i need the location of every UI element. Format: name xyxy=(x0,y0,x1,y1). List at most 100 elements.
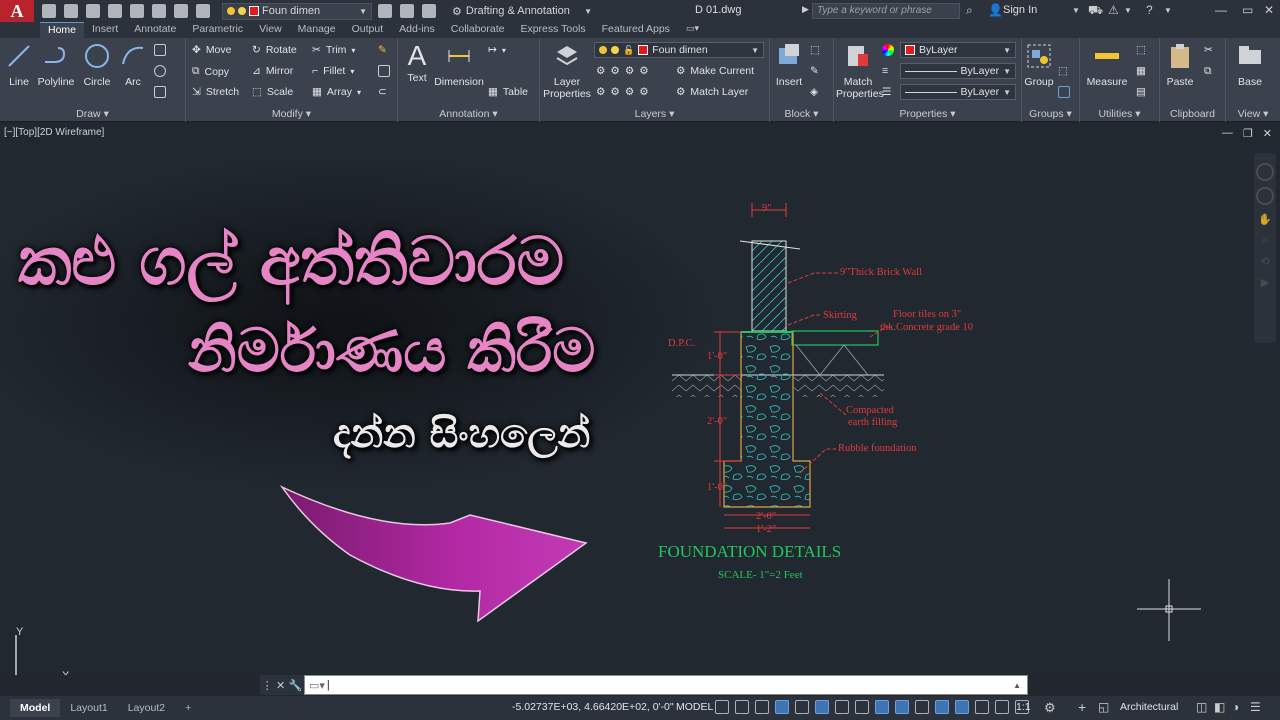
scale-button[interactable]: ⬚ Scale xyxy=(252,86,293,98)
tab-model[interactable]: Model xyxy=(10,699,61,717)
annotation-scale-dropdown[interactable]: 1:1 xyxy=(1016,701,1031,713)
tab-add-ins[interactable]: Add-ins xyxy=(391,22,443,38)
infer-constraints-icon[interactable] xyxy=(755,700,769,714)
workspace-dropdown[interactable]: ⚙ Drafting & Annotation ▼ xyxy=(448,2,596,20)
app-menu-button[interactable]: A xyxy=(0,0,34,22)
lineweight-button[interactable]: ☰ xyxy=(882,86,891,98)
line-button[interactable]: Line xyxy=(4,42,34,88)
paste-button[interactable]: Paste xyxy=(1162,42,1198,88)
tab-layout2[interactable]: Layout2 xyxy=(118,699,175,717)
panel-view-title[interactable]: View ▾ xyxy=(1226,108,1280,120)
panel-utilities-title[interactable]: Utilities ▾ xyxy=(1080,108,1159,120)
dynamic-input-icon[interactable] xyxy=(775,700,789,714)
web-mobile-icon[interactable] xyxy=(130,4,144,18)
new-file-icon[interactable] xyxy=(42,4,56,18)
dimension-button[interactable]: Dimension xyxy=(434,42,484,88)
lineweight-dropdown[interactable]: ByLayer ▼ xyxy=(900,84,1016,100)
open-file-icon[interactable] xyxy=(64,4,78,18)
circle-button[interactable]: Circle xyxy=(80,42,114,88)
save-icon[interactable] xyxy=(86,4,100,18)
mirror-button[interactable]: ⊿ Mirror xyxy=(252,65,293,77)
panel-block-title[interactable]: Block ▾ xyxy=(770,108,833,120)
stretch-button[interactable]: ⇲ Stretch xyxy=(192,86,239,98)
search-expand-icon[interactable]: ▶ xyxy=(802,4,809,15)
linetype-button[interactable]: ≡ xyxy=(882,65,888,77)
object-snap-tracking-icon[interactable] xyxy=(855,700,869,714)
group-edit-button[interactable] xyxy=(1058,86,1070,98)
ortho-icon[interactable] xyxy=(795,700,809,714)
polar-tracking-icon[interactable] xyxy=(815,700,829,714)
isometric-icon[interactable] xyxy=(835,700,849,714)
erase-button[interactable]: ✎ xyxy=(378,44,387,56)
tab-collaborate[interactable]: Collaborate xyxy=(443,22,513,38)
close-icon[interactable]: ✕ xyxy=(1264,3,1274,17)
maximize-icon[interactable]: ▭ xyxy=(1242,3,1253,17)
layer-dropdown[interactable]: 🔓 Foun dimen ▼ xyxy=(594,42,764,58)
tab-express-tools[interactable]: Express Tools xyxy=(512,22,593,38)
selection-filter-icon[interactable] xyxy=(995,700,1009,714)
plot-icon[interactable] xyxy=(152,4,166,18)
undo-icon[interactable] xyxy=(174,4,188,18)
tab-insert[interactable]: Insert xyxy=(84,22,126,38)
tab-annotate[interactable]: Annotate xyxy=(126,22,184,38)
edit-attributes-button[interactable]: ◈ xyxy=(810,86,818,98)
leader-button[interactable]: ↦ ▾ xyxy=(488,44,506,56)
quick-select-button[interactable]: ⬚ xyxy=(1136,44,1146,56)
panel-draw-title[interactable]: Draw ▾ xyxy=(0,108,185,120)
match-layer-button[interactable]: ⚙ Match Layer xyxy=(676,86,748,98)
ungroup-button[interactable]: ⬚ xyxy=(1058,65,1068,77)
binoculars-icon[interactable]: ⌕ xyxy=(966,3,973,18)
copy-clip-button[interactable]: ⧉ xyxy=(1204,65,1212,78)
panel-layers-title[interactable]: Layers ▾ xyxy=(540,108,769,120)
rectangle-button[interactable] xyxy=(154,44,166,56)
chevron-down-icon[interactable]: ▼ xyxy=(1124,6,1132,15)
rotate-button[interactable]: ↻ Rotate xyxy=(252,44,297,56)
color-wheel-button[interactable] xyxy=(882,44,894,56)
model-space-button[interactable]: MODEL xyxy=(676,701,713,713)
snap-icon[interactable] xyxy=(735,700,749,714)
units-dropdown[interactable]: Architectural xyxy=(1120,701,1178,713)
measure-button[interactable]: Measure xyxy=(1084,42,1130,88)
id-point-button[interactable]: ▤ xyxy=(1136,86,1146,98)
chevron-up-icon[interactable]: ▲ xyxy=(1013,681,1021,690)
layer-properties-button[interactable]: Layer Properties xyxy=(542,42,592,100)
customization-icon[interactable]: ☰ xyxy=(1250,700,1261,714)
chevron-down-icon[interactable]: ▼ xyxy=(1164,6,1172,15)
command-input[interactable]: ▭▾ | ▲ xyxy=(304,675,1028,695)
explode-button[interactable] xyxy=(378,65,390,77)
layer-tools-row-2[interactable]: ⚙ ⚙ ⚙ ⚙ xyxy=(596,86,649,98)
match-properties-button[interactable]: Match Properties xyxy=(836,42,884,100)
fillet-button[interactable]: ⌐ Fillet ▾ xyxy=(312,65,354,77)
object-snap-icon[interactable] xyxy=(875,700,889,714)
workspace-gear-icon[interactable]: ⚙ xyxy=(1044,700,1056,716)
arc-button[interactable]: Arc xyxy=(118,42,148,88)
drag-handle-icon[interactable]: ⋮ xyxy=(262,679,273,692)
create-block-button[interactable]: ⬚ xyxy=(810,44,820,56)
ribbon-options-icon[interactable]: ▭▾ xyxy=(678,22,707,38)
table-button[interactable]: ▦ Table xyxy=(488,86,528,98)
add-scale-icon[interactable]: + xyxy=(1078,699,1086,715)
redo-icon[interactable] xyxy=(196,4,210,18)
cart-icon[interactable]: ⛟ xyxy=(1088,3,1103,19)
command-history-icon[interactable]: ▭▾ xyxy=(309,679,325,692)
tab-manage[interactable]: Manage xyxy=(290,22,344,38)
offset-button[interactable]: ⊂ xyxy=(378,86,387,98)
panel-clipboard-title[interactable]: Clipboard xyxy=(1160,108,1225,120)
copy-button[interactable]: ⧉ Copy xyxy=(192,65,229,78)
polyline-button[interactable]: Polyline xyxy=(36,42,76,88)
group-button[interactable]: Group xyxy=(1024,42,1054,88)
transparency-icon[interactable] xyxy=(915,700,929,714)
grid-icon[interactable] xyxy=(715,700,729,714)
add-layout-icon[interactable]: + xyxy=(175,699,201,717)
hatch-button[interactable] xyxy=(154,86,166,98)
minimize-icon[interactable]: — xyxy=(1215,3,1227,17)
isolate-objects-icon[interactable]: ◑ xyxy=(1232,700,1239,714)
tab-parametric[interactable]: Parametric xyxy=(184,22,251,38)
panel-modify-title[interactable]: Modify ▾ xyxy=(186,108,397,120)
move-button[interactable]: ✥ Move xyxy=(192,44,232,56)
lineweight-toggle-icon[interactable] xyxy=(895,700,909,714)
print-icon[interactable] xyxy=(422,4,436,18)
edit-block-button[interactable]: ✎ xyxy=(810,65,819,77)
insert-button[interactable]: Insert xyxy=(772,42,806,88)
close-icon[interactable]: ✕ xyxy=(276,679,285,692)
